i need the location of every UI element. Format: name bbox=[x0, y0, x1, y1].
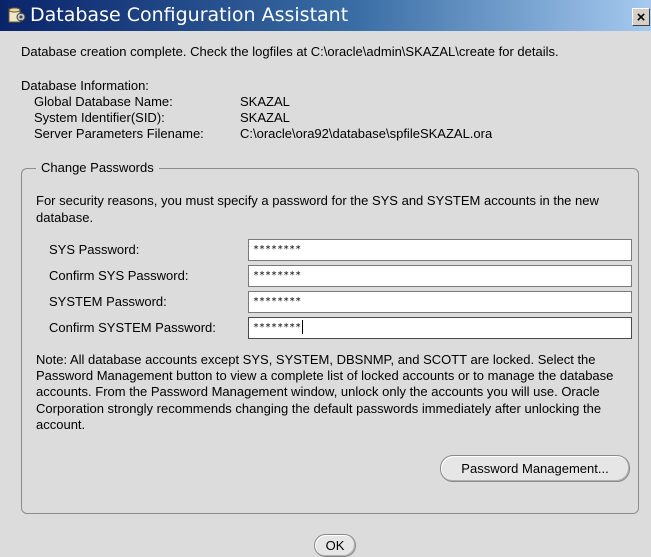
close-icon: × bbox=[636, 9, 646, 26]
system-password-field[interactable]: ******** bbox=[248, 291, 632, 313]
database-info-heading: Database Information: bbox=[21, 78, 149, 93]
ok-button[interactable]: OK bbox=[314, 534, 356, 557]
confirm-system-password-label: Confirm SYSTEM Password: bbox=[49, 320, 216, 335]
global-db-name-value: SKAZAL bbox=[240, 94, 290, 109]
database-icon bbox=[8, 7, 26, 23]
note-text: Note: All database accounts except SYS, … bbox=[36, 352, 614, 432]
system-password-value: ******** bbox=[253, 296, 302, 307]
text-caret bbox=[302, 320, 304, 334]
spfile-value: C:\oracle\ora92\database\spfileSKAZAL.or… bbox=[240, 126, 493, 141]
sys-password-label: SYS Password: bbox=[49, 242, 140, 257]
system-password-label: SYSTEM Password: bbox=[49, 294, 167, 309]
status-message: Database creation complete. Check the lo… bbox=[21, 44, 559, 59]
password-management-button[interactable]: Password Management... bbox=[440, 455, 630, 482]
sys-password-value: ******** bbox=[253, 244, 302, 255]
change-passwords-group: Change Passwords For security reasons, y… bbox=[21, 160, 639, 514]
global-db-name-label: Global Database Name: bbox=[34, 94, 173, 109]
confirm-sys-password-value: ******** bbox=[253, 270, 302, 281]
sys-password-field[interactable]: ******** bbox=[248, 239, 632, 261]
title-bar[interactable]: Database Configuration Assistant × bbox=[0, 0, 651, 31]
confirm-system-password-field[interactable]: ******** bbox=[248, 317, 632, 339]
confirm-sys-password-label: Confirm SYS Password: bbox=[49, 268, 189, 283]
dialog-window: Database Configuration Assistant × Datab… bbox=[0, 0, 651, 557]
confirm-system-password-value: ******** bbox=[253, 322, 302, 333]
security-text: For security reasons, you must specify a… bbox=[36, 193, 599, 225]
group-title: Change Passwords bbox=[36, 160, 159, 176]
close-button[interactable]: × bbox=[632, 8, 650, 26]
spfile-label: Server Parameters Filename: bbox=[34, 126, 204, 141]
confirm-sys-password-field[interactable]: ******** bbox=[248, 265, 632, 287]
sid-value: SKAZAL bbox=[240, 110, 290, 125]
window-title: Database Configuration Assistant bbox=[30, 4, 349, 26]
sid-label: System Identifier(SID): bbox=[34, 110, 165, 125]
